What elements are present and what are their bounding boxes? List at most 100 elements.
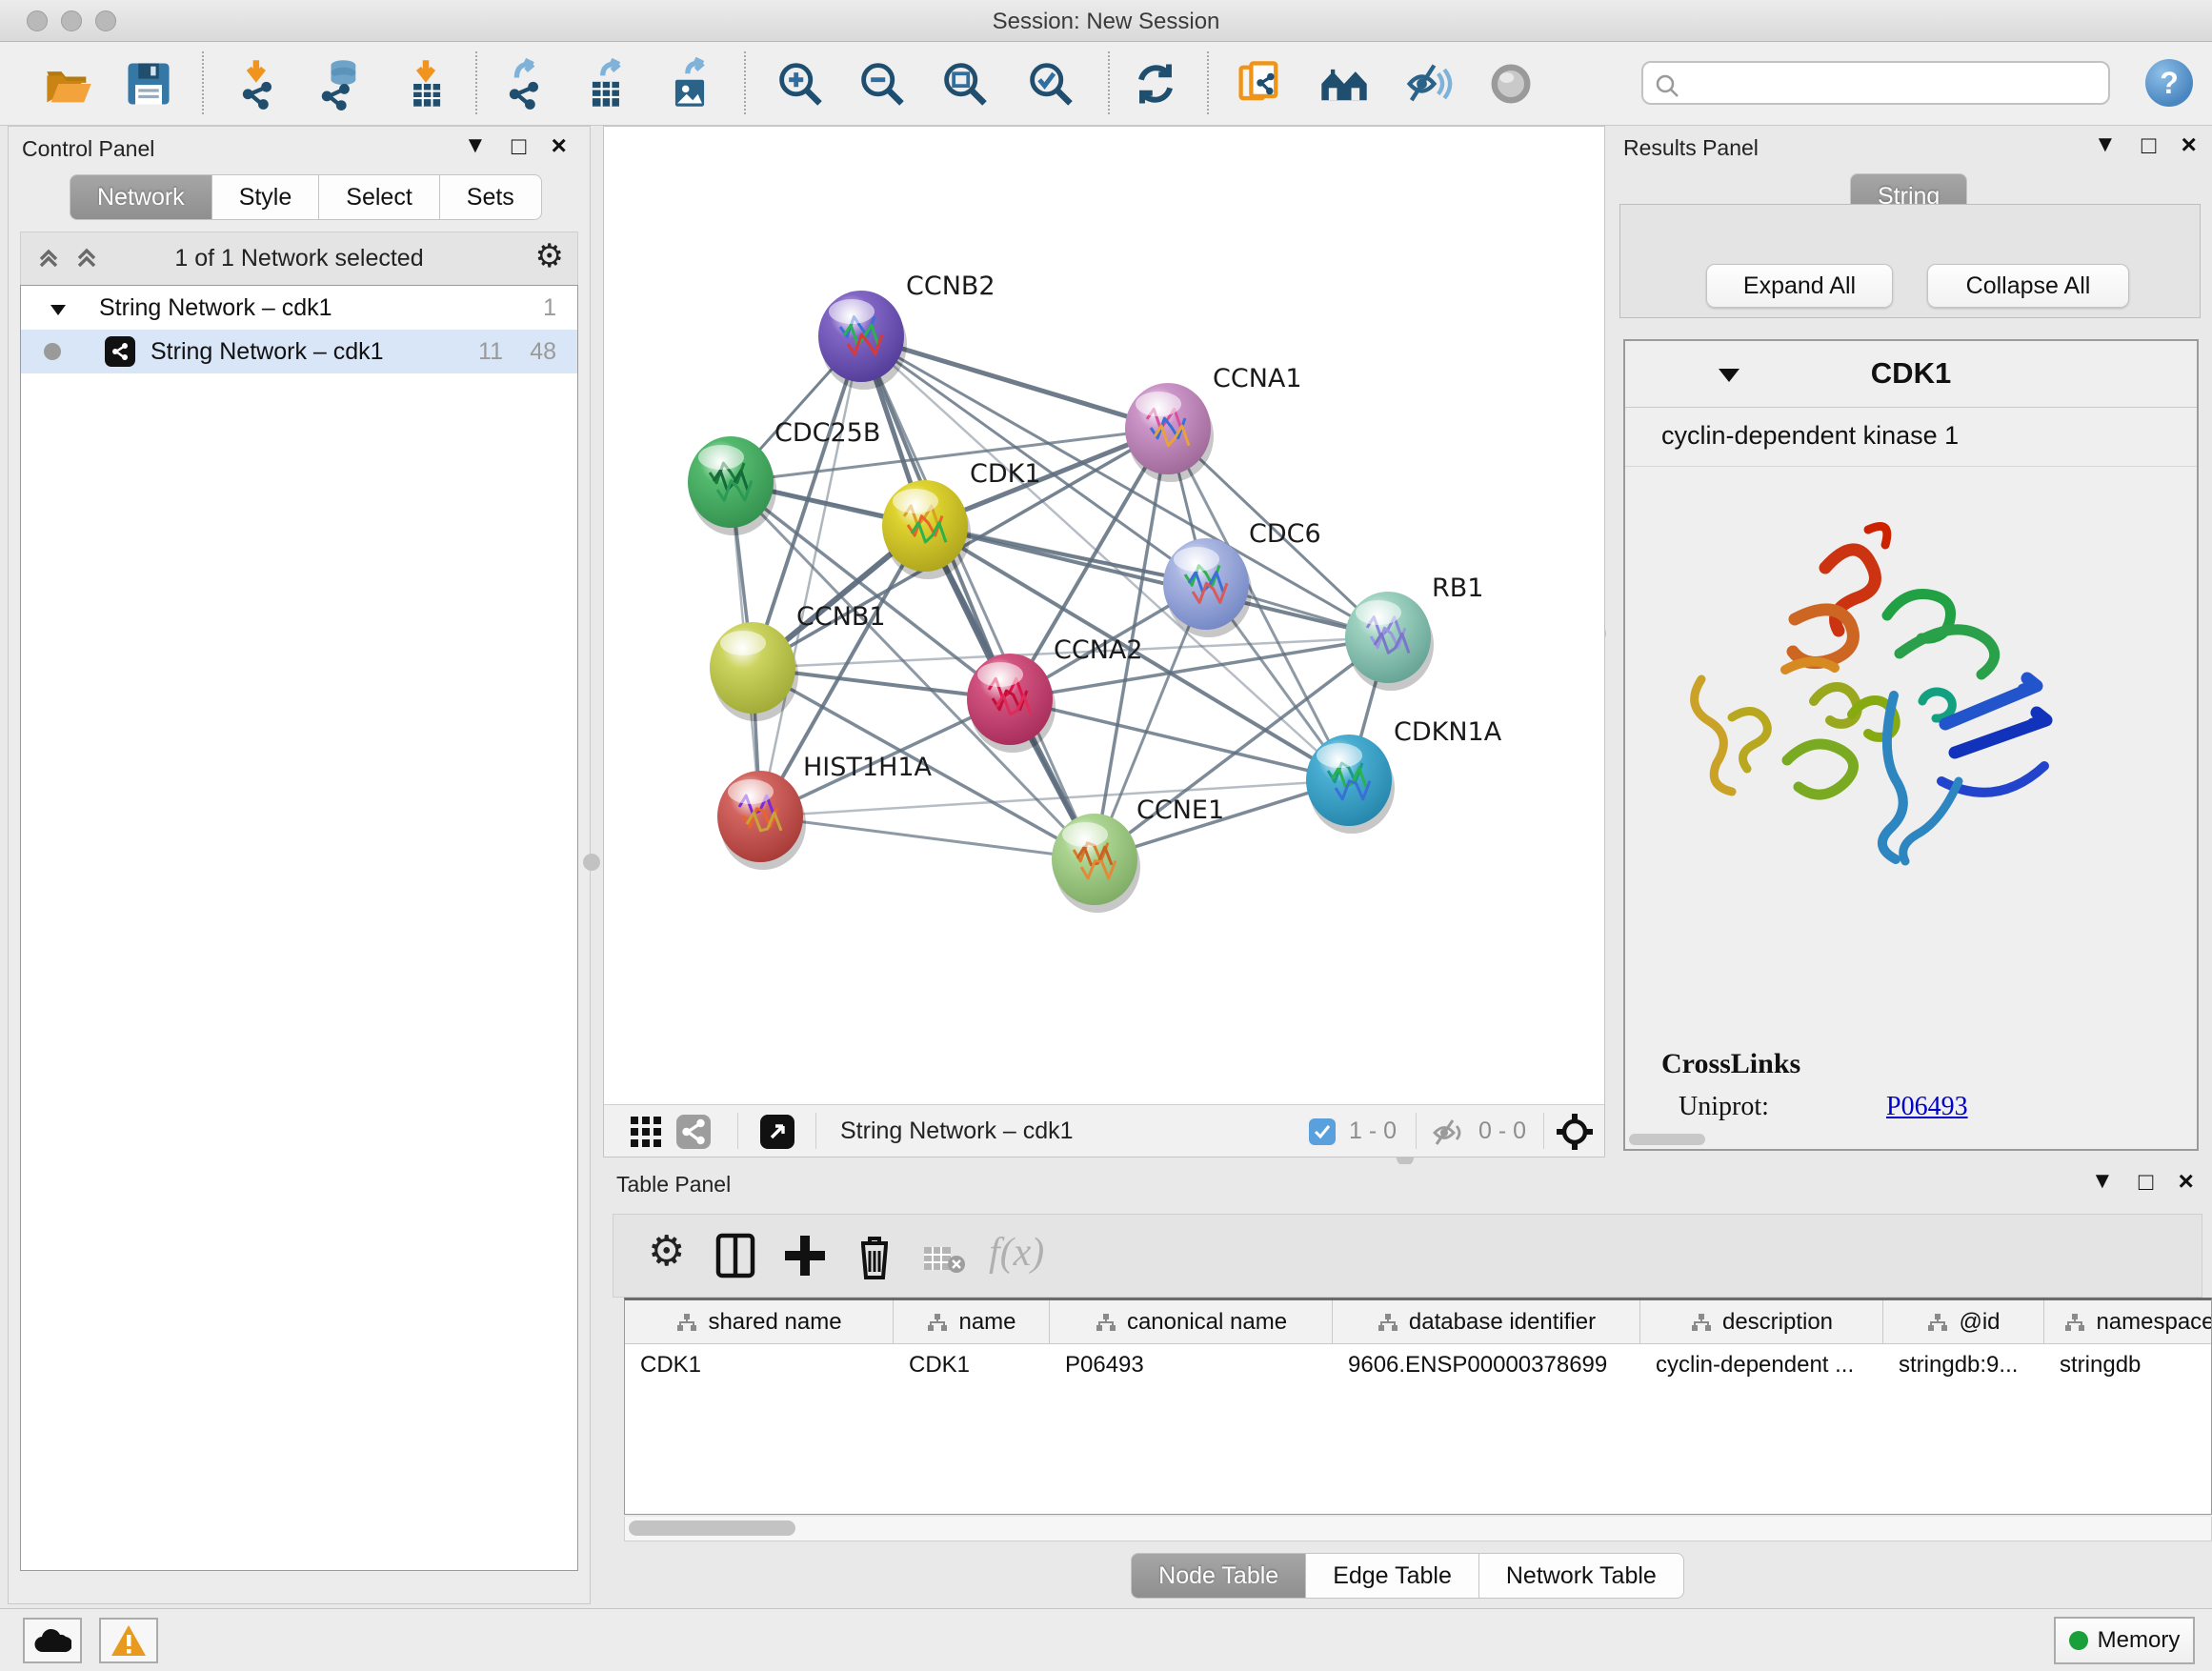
open-session-button[interactable] (42, 57, 95, 111)
float-panel-icon[interactable]: ▼ (2091, 1170, 2114, 1193)
clone-network-button[interactable] (1233, 57, 1286, 111)
export-image-button[interactable] (663, 57, 716, 111)
crosslinks-title: CrossLinks (1661, 1048, 1800, 1080)
zoom-in-button[interactable] (774, 57, 827, 111)
table-options-gear-icon[interactable]: ⚙ (648, 1236, 685, 1268)
cloud-status-button[interactable] (23, 1618, 82, 1663)
zoom-fit-button[interactable] (938, 57, 992, 111)
tab-sets[interactable]: Sets (440, 174, 542, 220)
crosslink-link[interactable]: P06493 (1886, 1145, 1968, 1151)
network-canvas[interactable]: CCNB2CCNA1CDC25BCDK1CDC6RB1CCNB1CCNA2CDK… (604, 127, 1604, 1104)
expand-all-button[interactable]: Expand All (1706, 264, 1893, 308)
float-panel-icon[interactable]: ▼ (2094, 133, 2117, 156)
show-all-levels-button[interactable] (1317, 57, 1371, 111)
network-node-HIST1H1A[interactable]: HIST1H1A (717, 753, 933, 870)
column-header-shared-name[interactable]: shared name (625, 1300, 894, 1344)
table-cell[interactable]: CDK1 (625, 1344, 894, 1388)
tab-network[interactable]: Network (70, 174, 212, 220)
table-cell[interactable]: stringdb:9... (1883, 1344, 2044, 1388)
node-label-CCNE1: CCNE1 (1136, 795, 1224, 825)
network-node-CCNB2[interactable]: CCNB2 (818, 272, 995, 390)
collapse-all-button[interactable]: Collapse All (1927, 264, 2129, 308)
network-row-selected[interactable]: String Network – cdk1 11 48 (21, 330, 577, 373)
network-node-CCNA1[interactable]: CCNA1 (1125, 364, 1302, 482)
edge-HIST1H1A-CCNE1[interactable] (760, 816, 1095, 859)
tab-style[interactable]: Style (212, 174, 320, 220)
table-horizontal-scrollbar[interactable] (624, 1517, 2212, 1541)
help-button[interactable]: ? (2145, 59, 2193, 107)
column-header-namespace[interactable]: namespace (2044, 1300, 2212, 1344)
network-collection-row[interactable]: String Network – cdk1 1 (21, 286, 577, 330)
column-header-name[interactable]: name (894, 1300, 1050, 1344)
edge-CCNB2-HIST1H1A[interactable] (760, 336, 861, 816)
import-network-from-file-button[interactable] (231, 57, 285, 111)
crosslink-link[interactable]: P06493 (1886, 1092, 1968, 1122)
undock-panel-icon[interactable]: □ (2139, 1170, 2154, 1193)
tab-network-table[interactable]: Network Table (1479, 1553, 1684, 1599)
left-splitter-handle[interactable] (583, 854, 600, 871)
column-header-canonical-name[interactable]: canonical name (1050, 1300, 1333, 1344)
close-panel-icon[interactable]: × (2181, 133, 2196, 156)
warnings-button[interactable] (99, 1618, 158, 1663)
function-builder-icon[interactable]: f(x) (989, 1230, 1044, 1276)
import-network-from-database-button[interactable] (312, 57, 365, 111)
table-cell[interactable]: cyclin-dependent ... (1640, 1344, 1883, 1388)
column-header-id[interactable]: @id (1883, 1300, 2044, 1344)
protein-header-row[interactable]: CDK1 (1625, 341, 2197, 408)
zoom-out-button[interactable] (855, 57, 909, 111)
network-footer: String Network – cdk1 1 - 0 0 - 0 (604, 1104, 1604, 1157)
network-birdseye-icon[interactable] (676, 1115, 711, 1149)
refresh-button[interactable] (1129, 57, 1182, 111)
hide-selected-button[interactable] (1401, 57, 1455, 111)
zoom-selected-button[interactable] (1024, 57, 1077, 111)
tab-select[interactable]: Select (319, 174, 439, 220)
network-options-gear-icon[interactable]: ⚙ (535, 240, 564, 272)
table-cell[interactable]: P06493 (1050, 1344, 1333, 1388)
delete-column-icon[interactable] (854, 1232, 895, 1281)
export-network-to-file-button[interactable] (498, 57, 552, 111)
save-session-button[interactable] (122, 57, 175, 111)
memory-label: Memory (2098, 1627, 2181, 1654)
search-input[interactable] (1691, 67, 2101, 99)
fit-selected-crosshair-icon[interactable] (1555, 1112, 1595, 1152)
float-panel-icon[interactable]: ▼ (464, 134, 487, 157)
network-title-label: String Network – cdk1 (840, 1117, 1074, 1145)
close-panel-icon[interactable]: × (2178, 1170, 2193, 1193)
selected-checkbox-icon[interactable] (1309, 1118, 1336, 1145)
network-node-CDK1[interactable]: CDK1 (882, 459, 1041, 579)
tab-edge-table[interactable]: Edge Table (1306, 1553, 1479, 1599)
node-label-CDC6: CDC6 (1249, 519, 1321, 549)
network-node-CDKN1A[interactable]: CDKN1A (1306, 717, 1502, 834)
collapse-triangle-icon[interactable] (48, 299, 69, 320)
node-count: 11 (478, 338, 503, 366)
close-panel-icon[interactable]: × (551, 134, 566, 157)
table-row[interactable]: CDK1CDK1P064939606.ENSP00000378699cyclin… (625, 1344, 2211, 1388)
memory-button[interactable]: Memory (2054, 1617, 2195, 1664)
undock-panel-icon[interactable]: □ (2142, 133, 2157, 156)
export-table-to-file-button[interactable] (580, 57, 633, 111)
column-header-database-identifier[interactable]: database identifier (1333, 1300, 1640, 1344)
table-cell[interactable]: stringdb (2044, 1344, 2212, 1388)
show-columns-icon[interactable] (714, 1232, 756, 1279)
hidden-eye-icon[interactable] (1431, 1117, 1467, 1149)
network-node-CCNE1[interactable]: CCNE1 (1052, 795, 1224, 913)
delete-table-icon[interactable] (922, 1243, 966, 1276)
table-cell[interactable]: 9606.ENSP00000378699 (1333, 1344, 1640, 1388)
network-node-CDC6[interactable]: CDC6 (1163, 519, 1321, 637)
import-table-from-file-button[interactable] (399, 57, 452, 111)
gray-lens-button[interactable] (1484, 57, 1538, 111)
network-node-RB1[interactable]: RB1 (1345, 574, 1483, 691)
edge-CCNB2-CCNA1[interactable] (861, 336, 1168, 429)
grid-view-icon[interactable] (629, 1115, 663, 1149)
import-database-icon (312, 57, 365, 111)
table-cell[interactable]: CDK1 (894, 1344, 1050, 1388)
add-column-icon[interactable] (783, 1232, 827, 1279)
results-panel-controls: ▼ □ × (2094, 133, 2197, 156)
open-in-new-window-icon[interactable] (760, 1115, 794, 1149)
column-header-description[interactable]: description (1640, 1300, 1883, 1344)
selected-counts: 1 - 0 (1349, 1117, 1397, 1145)
tab-node-table[interactable]: Node Table (1131, 1553, 1306, 1599)
scrollbar-thumb[interactable] (629, 1520, 795, 1536)
undock-panel-icon[interactable]: □ (512, 134, 527, 157)
results-scrollbar-fragment[interactable] (1629, 1134, 1705, 1145)
